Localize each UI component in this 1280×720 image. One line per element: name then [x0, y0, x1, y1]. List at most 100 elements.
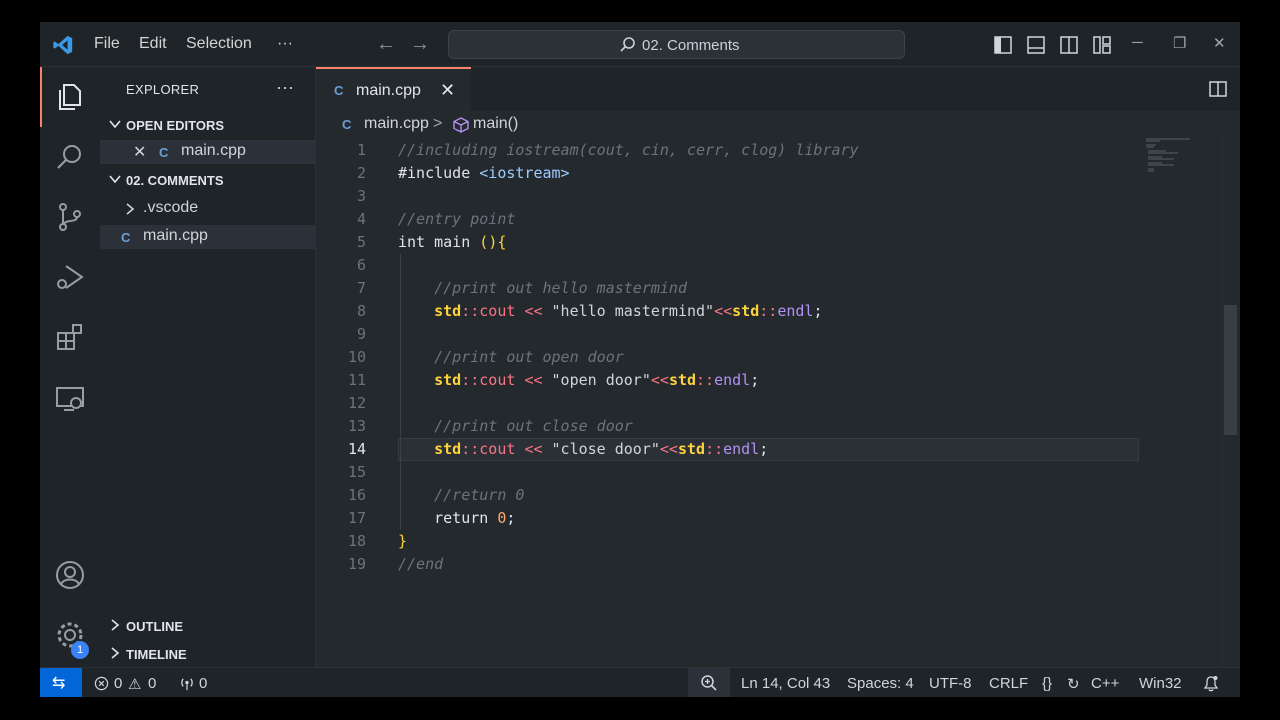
search-activity-icon[interactable]: [54, 141, 86, 173]
line-number: 12: [347, 394, 366, 412]
toggle-primary-sidebar-icon[interactable]: [993, 35, 1013, 55]
code-text: //print out open door: [398, 348, 624, 366]
ports-count[interactable]: 0: [199, 675, 207, 692]
cpp-file-icon: C: [159, 145, 169, 160]
line-number: 10: [347, 348, 366, 366]
code-line[interactable]: 2 #include <iostream>: [316, 162, 1240, 185]
notification-badge: 1: [71, 641, 89, 659]
code-line[interactable]: 7 //print out hello mastermind: [316, 277, 1240, 300]
code-line[interactable]: 4 //entry point: [316, 208, 1240, 231]
chevron-right-icon: [111, 647, 120, 659]
sync-icon[interactable]: ↻: [1067, 675, 1080, 693]
code-line[interactable]: 18}: [316, 530, 1240, 553]
code-line[interactable]: 6: [316, 254, 1240, 277]
code-line[interactable]: 16 //return 0: [316, 484, 1240, 507]
remote-indicator[interactable]: ⇆: [40, 668, 82, 697]
brackets-icon[interactable]: {}: [1042, 675, 1052, 692]
code-text: //print out close door: [398, 417, 633, 435]
run-debug-icon[interactable]: [54, 261, 86, 293]
back-arrow-icon[interactable]: ←: [376, 33, 396, 56]
status-bar: ⇆ 0 ⚠ 0 0 Ln 14, Col 43 Spaces: 4 UTF-8 …: [40, 667, 1240, 697]
tab-main-cpp[interactable]: C main.cpp ✕: [316, 67, 471, 111]
sidebar-more-actions[interactable]: ···: [276, 77, 294, 98]
chevron-right-icon: [111, 619, 120, 631]
toggle-secondary-sidebar-icon[interactable]: [1059, 35, 1079, 55]
forward-arrow-icon[interactable]: →: [410, 33, 430, 56]
code-editor[interactable]: 1 //including iostream(cout, cin, cerr, c…: [316, 137, 1240, 667]
code-line[interactable]: 11 std::cout << "open door"<<std::endl;: [316, 369, 1240, 392]
breadcrumb-symbol[interactable]: main(): [473, 115, 518, 133]
menu-file[interactable]: File: [94, 35, 120, 53]
editor-more-actions-icon[interactable]: ···: [1238, 76, 1240, 96]
chevron-right-icon: [126, 203, 135, 215]
open-editor-item[interactable]: ✕ C main.cpp: [100, 140, 316, 164]
cursor-position[interactable]: Ln 14, Col 43: [741, 675, 830, 692]
code-line[interactable]: 8 std::cout << "hello mastermind"<<std::…: [316, 300, 1240, 323]
encoding[interactable]: UTF-8: [929, 675, 972, 692]
warning-icon[interactable]: ⚠: [128, 675, 141, 693]
minimize-icon[interactable]: ─: [1132, 34, 1143, 51]
outline-header[interactable]: OUTLINE: [100, 615, 316, 639]
vertical-scrollbar[interactable]: [1222, 137, 1237, 667]
line-number: 15: [347, 463, 366, 481]
code-line[interactable]: 10 //print out open door: [316, 346, 1240, 369]
minimap[interactable]: [1144, 137, 1194, 177]
menu-edit[interactable]: Edit: [139, 35, 167, 53]
line-number: 9: [356, 325, 366, 343]
menu-selection[interactable]: Selection: [186, 35, 252, 53]
close-window-icon[interactable]: ✕: [1213, 34, 1226, 52]
code-line[interactable]: 17 return 0;: [316, 507, 1240, 530]
zoom-indicator[interactable]: [688, 668, 730, 697]
warning-count[interactable]: 0: [148, 675, 156, 692]
platform-config[interactable]: Win32: [1139, 675, 1182, 692]
open-editors-header[interactable]: OPEN EDITORS: [100, 114, 316, 138]
end-of-line[interactable]: CRLF: [989, 675, 1028, 692]
timeline-label: TIMELINE: [126, 647, 187, 662]
line-number: 5: [356, 233, 366, 251]
code-text: std::cout << "hello mastermind"<<std::en…: [434, 302, 823, 320]
menu-more[interactable]: ···: [277, 35, 293, 53]
indentation[interactable]: Spaces: 4: [847, 675, 914, 692]
timeline-header[interactable]: TIMELINE: [100, 643, 316, 667]
toggle-panel-icon[interactable]: [1026, 35, 1046, 55]
outline-label: OUTLINE: [126, 619, 184, 634]
tree-item-vscode[interactable]: .vscode: [100, 197, 316, 221]
restore-icon[interactable]: ❐: [1173, 34, 1186, 52]
code-line[interactable]: 14 std::cout << "close door"<<std::endl;: [316, 438, 1240, 461]
notifications-bell-icon[interactable]: [1203, 675, 1219, 692]
folder-header[interactable]: 02. COMMENTS: [100, 169, 316, 193]
line-number: 16: [347, 486, 366, 504]
code-line[interactable]: 9: [316, 323, 1240, 346]
error-icon[interactable]: [94, 676, 109, 691]
title-bar: File Edit Selection ··· ← → 02. Comments: [40, 22, 1240, 67]
split-editor-icon[interactable]: [1208, 79, 1228, 99]
code-line[interactable]: 13 //print out close door: [316, 415, 1240, 438]
language-mode[interactable]: C++: [1091, 675, 1119, 692]
code-line[interactable]: 19 //end: [316, 553, 1240, 576]
command-center-search[interactable]: 02. Comments: [448, 30, 905, 59]
extensions-icon[interactable]: [54, 321, 86, 353]
breadcrumb-file[interactable]: main.cpp: [364, 115, 429, 133]
code-line[interactable]: 5 int main (){: [316, 231, 1240, 254]
code-line[interactable]: 3: [316, 185, 1240, 208]
remote-explorer-icon[interactable]: [54, 383, 86, 415]
code-line[interactable]: 1 //including iostream(cout, cin, cerr, c…: [316, 139, 1240, 162]
customize-layout-icon[interactable]: [1092, 35, 1112, 55]
cpp-file-icon: C: [121, 230, 131, 245]
source-control-icon[interactable]: [54, 201, 86, 233]
close-editor-icon[interactable]: ✕: [133, 142, 146, 162]
scrollbar-thumb[interactable]: [1224, 305, 1237, 435]
code-line[interactable]: 15: [316, 461, 1240, 484]
error-count[interactable]: 0: [114, 675, 122, 692]
tab-close-icon[interactable]: ✕: [440, 80, 455, 101]
code-text: std::cout << "open door"<<std::endl;: [434, 371, 760, 389]
tree-item-label: .vscode: [143, 199, 199, 216]
line-number: 1: [356, 141, 366, 159]
accounts-icon[interactable]: [54, 559, 86, 591]
code-line[interactable]: 12: [316, 392, 1240, 415]
tree-item-main-cpp[interactable]: C main.cpp: [100, 225, 316, 249]
ports-broadcast-icon[interactable]: [178, 676, 196, 691]
open-editor-label: main.cpp: [181, 142, 246, 159]
code-text: //print out hello mastermind: [398, 279, 687, 297]
explorer-icon[interactable]: [54, 81, 86, 113]
